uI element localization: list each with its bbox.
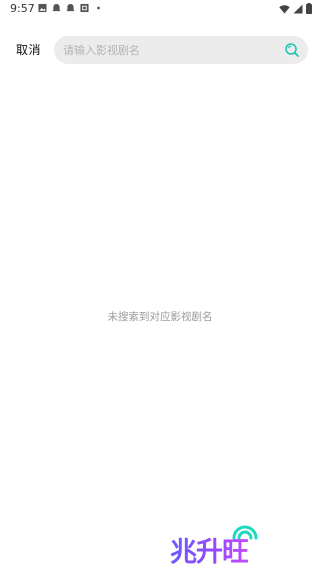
cancel-button[interactable]: 取消 — [16, 41, 41, 58]
status-system-icons — [279, 3, 312, 14]
notification-icon — [66, 3, 75, 12]
notification-icon — [52, 3, 61, 12]
image-icon — [38, 3, 47, 13]
watermark-logo: 兆升旺 — [166, 516, 276, 568]
search-bar[interactable] — [54, 36, 308, 64]
app-icon — [80, 3, 89, 13]
dot-icon — [97, 6, 100, 10]
signal-icon — [293, 4, 303, 13]
watermark-text: 兆升旺 — [170, 530, 249, 568]
search-icon[interactable] — [284, 42, 300, 58]
wifi-icon — [279, 4, 290, 13]
battery-icon — [306, 3, 312, 14]
search-input[interactable] — [63, 41, 273, 59]
status-time: 9:57 — [10, 2, 35, 15]
search-screen: 9:57 取消 请输入影视剧名 未搜索到对应影视剧名 兆升旺 — [0, 0, 320, 568]
empty-state-message: 未搜索到对应影视剧名 — [107, 311, 213, 323]
status-notification-icons — [38, 3, 103, 13]
status-bar: 9:57 — [0, 0, 320, 18]
